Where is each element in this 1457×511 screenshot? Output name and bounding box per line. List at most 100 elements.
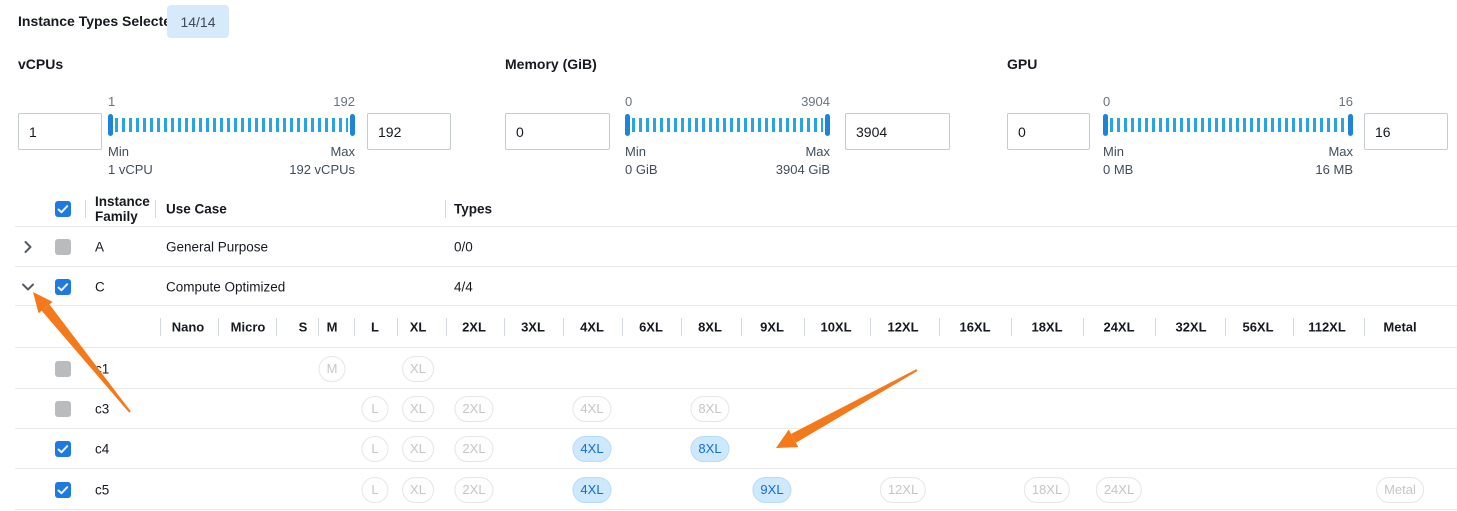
- memory-detail-labels: 0 GiB3904 GiB: [625, 162, 830, 177]
- family-a-checkbox[interactable]: [55, 239, 71, 255]
- type-pill-c4-8xl[interactable]: 8XL: [690, 436, 729, 462]
- type-pill-c5-24xl[interactable]: 24XL: [1096, 477, 1142, 503]
- type-pill-c5-4xl[interactable]: 4XL: [572, 477, 611, 503]
- size-column-header-2xl: 2XL: [462, 320, 486, 335]
- gpu-max-caption: Max: [1328, 144, 1353, 159]
- size-column-header-8xl: 8XL: [698, 320, 722, 335]
- gpu-range-slider[interactable]: [1103, 114, 1353, 136]
- memory-slider-max-handle[interactable]: [825, 114, 830, 136]
- gpu-detail-labels: 0 MB16 MB: [1103, 162, 1353, 177]
- family-a-expand-toggle[interactable]: [20, 239, 36, 255]
- size-column-divider: [318, 318, 319, 336]
- instance-name: c3: [95, 402, 109, 417]
- size-column-divider: [741, 318, 742, 336]
- table-header-row: Instance Family Use Case Types: [0, 190, 1457, 227]
- memory-scale-min: 0: [625, 94, 632, 109]
- instance-c4-checkbox[interactable]: [55, 441, 71, 457]
- family-use-case: Compute Optimized: [166, 279, 285, 294]
- vcpus-slider-min-handle[interactable]: [108, 114, 113, 136]
- size-column-divider: [1155, 318, 1156, 336]
- gpu-min-input[interactable]: [1007, 113, 1090, 150]
- vcpus-slider-max-handle[interactable]: [350, 114, 355, 136]
- vcpus-min-input[interactable]: [18, 113, 102, 150]
- size-column-header-4xl: 4XL: [580, 320, 604, 335]
- memory-max-input[interactable]: [845, 113, 950, 150]
- memory-scale-max: 3904: [801, 94, 830, 109]
- type-pill-c3-l[interactable]: L: [362, 396, 389, 422]
- vcpus-range-slider[interactable]: [108, 114, 355, 136]
- size-column-divider: [870, 318, 871, 336]
- check-icon: [55, 482, 71, 498]
- family-c-expand-toggle[interactable]: [20, 279, 36, 295]
- memory-range-slider[interactable]: [625, 114, 830, 136]
- instance-c3-checkbox[interactable]: [55, 401, 71, 417]
- type-pill-c4-l[interactable]: L: [362, 436, 389, 462]
- vcpus-min-caption: Min: [108, 144, 129, 159]
- vcpus-scale-labels: 1192: [108, 94, 355, 109]
- type-pill-c5-xl[interactable]: XL: [402, 477, 434, 503]
- type-pill-c3-4xl[interactable]: 4XL: [572, 396, 611, 422]
- selected-count-badge: 14/14: [167, 5, 229, 38]
- type-pill-c4-2xl[interactable]: 2XL: [454, 436, 493, 462]
- size-column-divider: [1011, 318, 1012, 336]
- memory-filter-group: Memory (GiB)03904MinMax0 GiB3904 GiB: [505, 56, 946, 180]
- type-pill-c4-xl[interactable]: XL: [402, 436, 434, 462]
- size-column-header-3xl: 3XL: [521, 320, 545, 335]
- vcpus-scale-min: 1: [108, 94, 115, 109]
- gpu-slider-max-handle[interactable]: [1348, 114, 1353, 136]
- size-column-header-9xl: 9XL: [760, 320, 784, 335]
- gpu-slider-track[interactable]: [1110, 118, 1346, 132]
- type-pill-c5-metal[interactable]: Metal: [1376, 477, 1424, 503]
- chevron-right-icon: [20, 239, 36, 255]
- type-pill-c5-18xl[interactable]: 18XL: [1024, 477, 1070, 503]
- size-column-divider: [354, 318, 355, 336]
- chevron-down-icon: [20, 279, 36, 295]
- type-pill-c5-l[interactable]: L: [362, 477, 389, 503]
- size-column-divider: [939, 318, 940, 336]
- size-column-divider: [397, 318, 398, 336]
- gpu-captions: MinMax: [1103, 144, 1353, 159]
- table-body: AGeneral Purpose0/0CCompute Optimized4/4…: [0, 227, 1457, 510]
- memory-max-detail: 3904 GiB: [776, 162, 830, 177]
- size-column-header-s: S: [299, 320, 308, 335]
- column-header-types: Types: [454, 201, 492, 216]
- type-pill-c3-2xl[interactable]: 2XL: [454, 396, 493, 422]
- size-header-row: NanoMicroSMLXL2XL3XL4XL6XL8XL9XL10XL12XL…: [0, 306, 1457, 348]
- gpu-slider-min-handle[interactable]: [1103, 114, 1108, 136]
- memory-slider-min-handle[interactable]: [625, 114, 630, 136]
- gpu-filter-group: GPU016MinMax0 MB16 MB: [1007, 56, 1448, 180]
- type-pill-c4-4xl[interactable]: 4XL: [572, 436, 611, 462]
- select-all-checkbox[interactable]: [55, 201, 71, 217]
- instance-type-selector-panel: Instance Types Selected: 14/14 vCPUs1192…: [0, 0, 1457, 511]
- memory-slider-track[interactable]: [632, 118, 823, 132]
- type-pill-c3-xl[interactable]: XL: [402, 396, 434, 422]
- vcpus-max-input[interactable]: [367, 113, 451, 150]
- column-header-instance-family: Instance Family: [95, 194, 157, 224]
- family-c-checkbox[interactable]: [55, 279, 71, 295]
- family-types-count: 0/0: [454, 240, 473, 255]
- instance-c5-checkbox[interactable]: [55, 482, 71, 498]
- type-pill-c3-8xl[interactable]: 8XL: [690, 396, 729, 422]
- check-icon: [55, 441, 71, 457]
- instance-name: c1: [95, 361, 109, 376]
- size-column-header-10xl: 10XL: [820, 320, 851, 335]
- gpu-max-input[interactable]: [1364, 113, 1448, 150]
- gpu-max-detail: 16 MB: [1315, 162, 1353, 177]
- size-column-divider: [1083, 318, 1084, 336]
- vcpus-slider-track[interactable]: [115, 118, 348, 132]
- selected-count-label: Instance Types Selected:: [18, 13, 184, 29]
- memory-min-caption: Min: [625, 144, 646, 159]
- size-column-divider: [1364, 318, 1365, 336]
- instance-row-c1: c1 M XL: [0, 348, 1457, 389]
- type-pill-c1-m[interactable]: M: [319, 356, 346, 382]
- type-pill-c5-9xl[interactable]: 9XL: [752, 477, 791, 503]
- vcpus-min-detail: 1 vCPU: [108, 162, 153, 177]
- type-pill-c1-xl[interactable]: XL: [402, 356, 434, 382]
- type-pill-c5-2xl[interactable]: 2XL: [454, 477, 493, 503]
- gpu-scale-max: 16: [1339, 94, 1353, 109]
- size-column-divider: [1293, 318, 1294, 336]
- instance-c1-checkbox[interactable]: [55, 361, 71, 377]
- size-column-header-6xl: 6XL: [639, 320, 663, 335]
- type-pill-c5-12xl[interactable]: 12XL: [880, 477, 926, 503]
- memory-min-input[interactable]: [505, 113, 610, 150]
